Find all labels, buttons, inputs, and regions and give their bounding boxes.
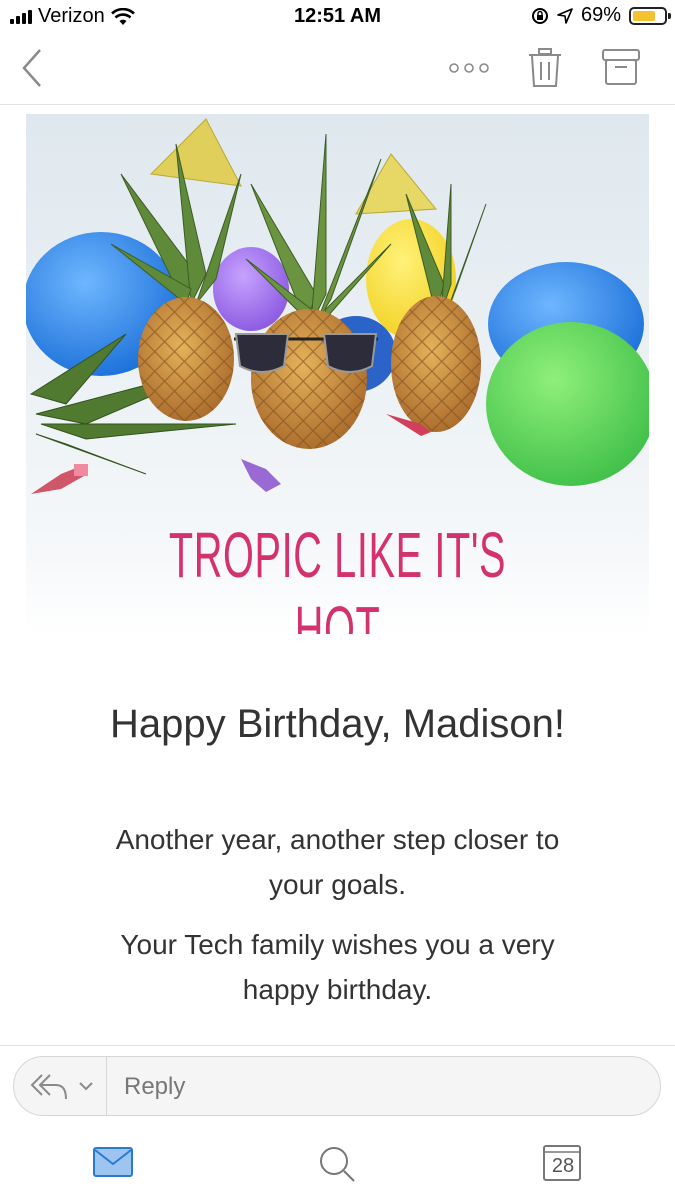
mail-icon[interactable]	[93, 1147, 133, 1177]
archive-icon[interactable]	[602, 48, 640, 86]
status-right: 69%	[531, 4, 671, 27]
email-paragraph-2: Your Tech family wishes you a very happy…	[120, 929, 555, 1005]
party-pineapples-illustration	[26, 118, 649, 494]
reply-all-icon[interactable]	[28, 1071, 68, 1101]
reply-placeholder[interactable]: Reply	[124, 1073, 185, 1101]
chevron-down-icon[interactable]	[78, 1081, 94, 1091]
orientation-lock-icon	[531, 7, 548, 24]
back-icon[interactable]	[20, 48, 44, 88]
location-icon	[557, 7, 573, 24]
email-greeting: Happy Birthday, Madison!	[109, 702, 566, 746]
reply-bar: Reply	[0, 1045, 675, 1136]
reply-divider	[106, 1057, 107, 1115]
calendar-day: 28	[551, 1155, 575, 1177]
battery-icon	[629, 6, 671, 25]
tab-bar: 28	[0, 1135, 675, 1200]
email-paragraph-1: Another year, another step closer to you…	[115, 824, 560, 900]
calendar-tab[interactable]: 28	[543, 1143, 583, 1183]
search-icon[interactable]	[318, 1145, 356, 1183]
more-icon[interactable]	[448, 62, 490, 74]
trash-icon[interactable]	[528, 48, 562, 88]
email-toolbar	[0, 34, 675, 105]
status-bar: Verizon 12:51 AM 69%	[0, 0, 675, 34]
hero-tagline: TROPIC LIKE IT'S HOT	[168, 519, 507, 634]
battery-percent: 69%	[580, 4, 621, 26]
reply-input[interactable]: Reply	[13, 1056, 661, 1116]
hero-image: TROPIC LIKE IT'S HOT	[26, 114, 649, 634]
